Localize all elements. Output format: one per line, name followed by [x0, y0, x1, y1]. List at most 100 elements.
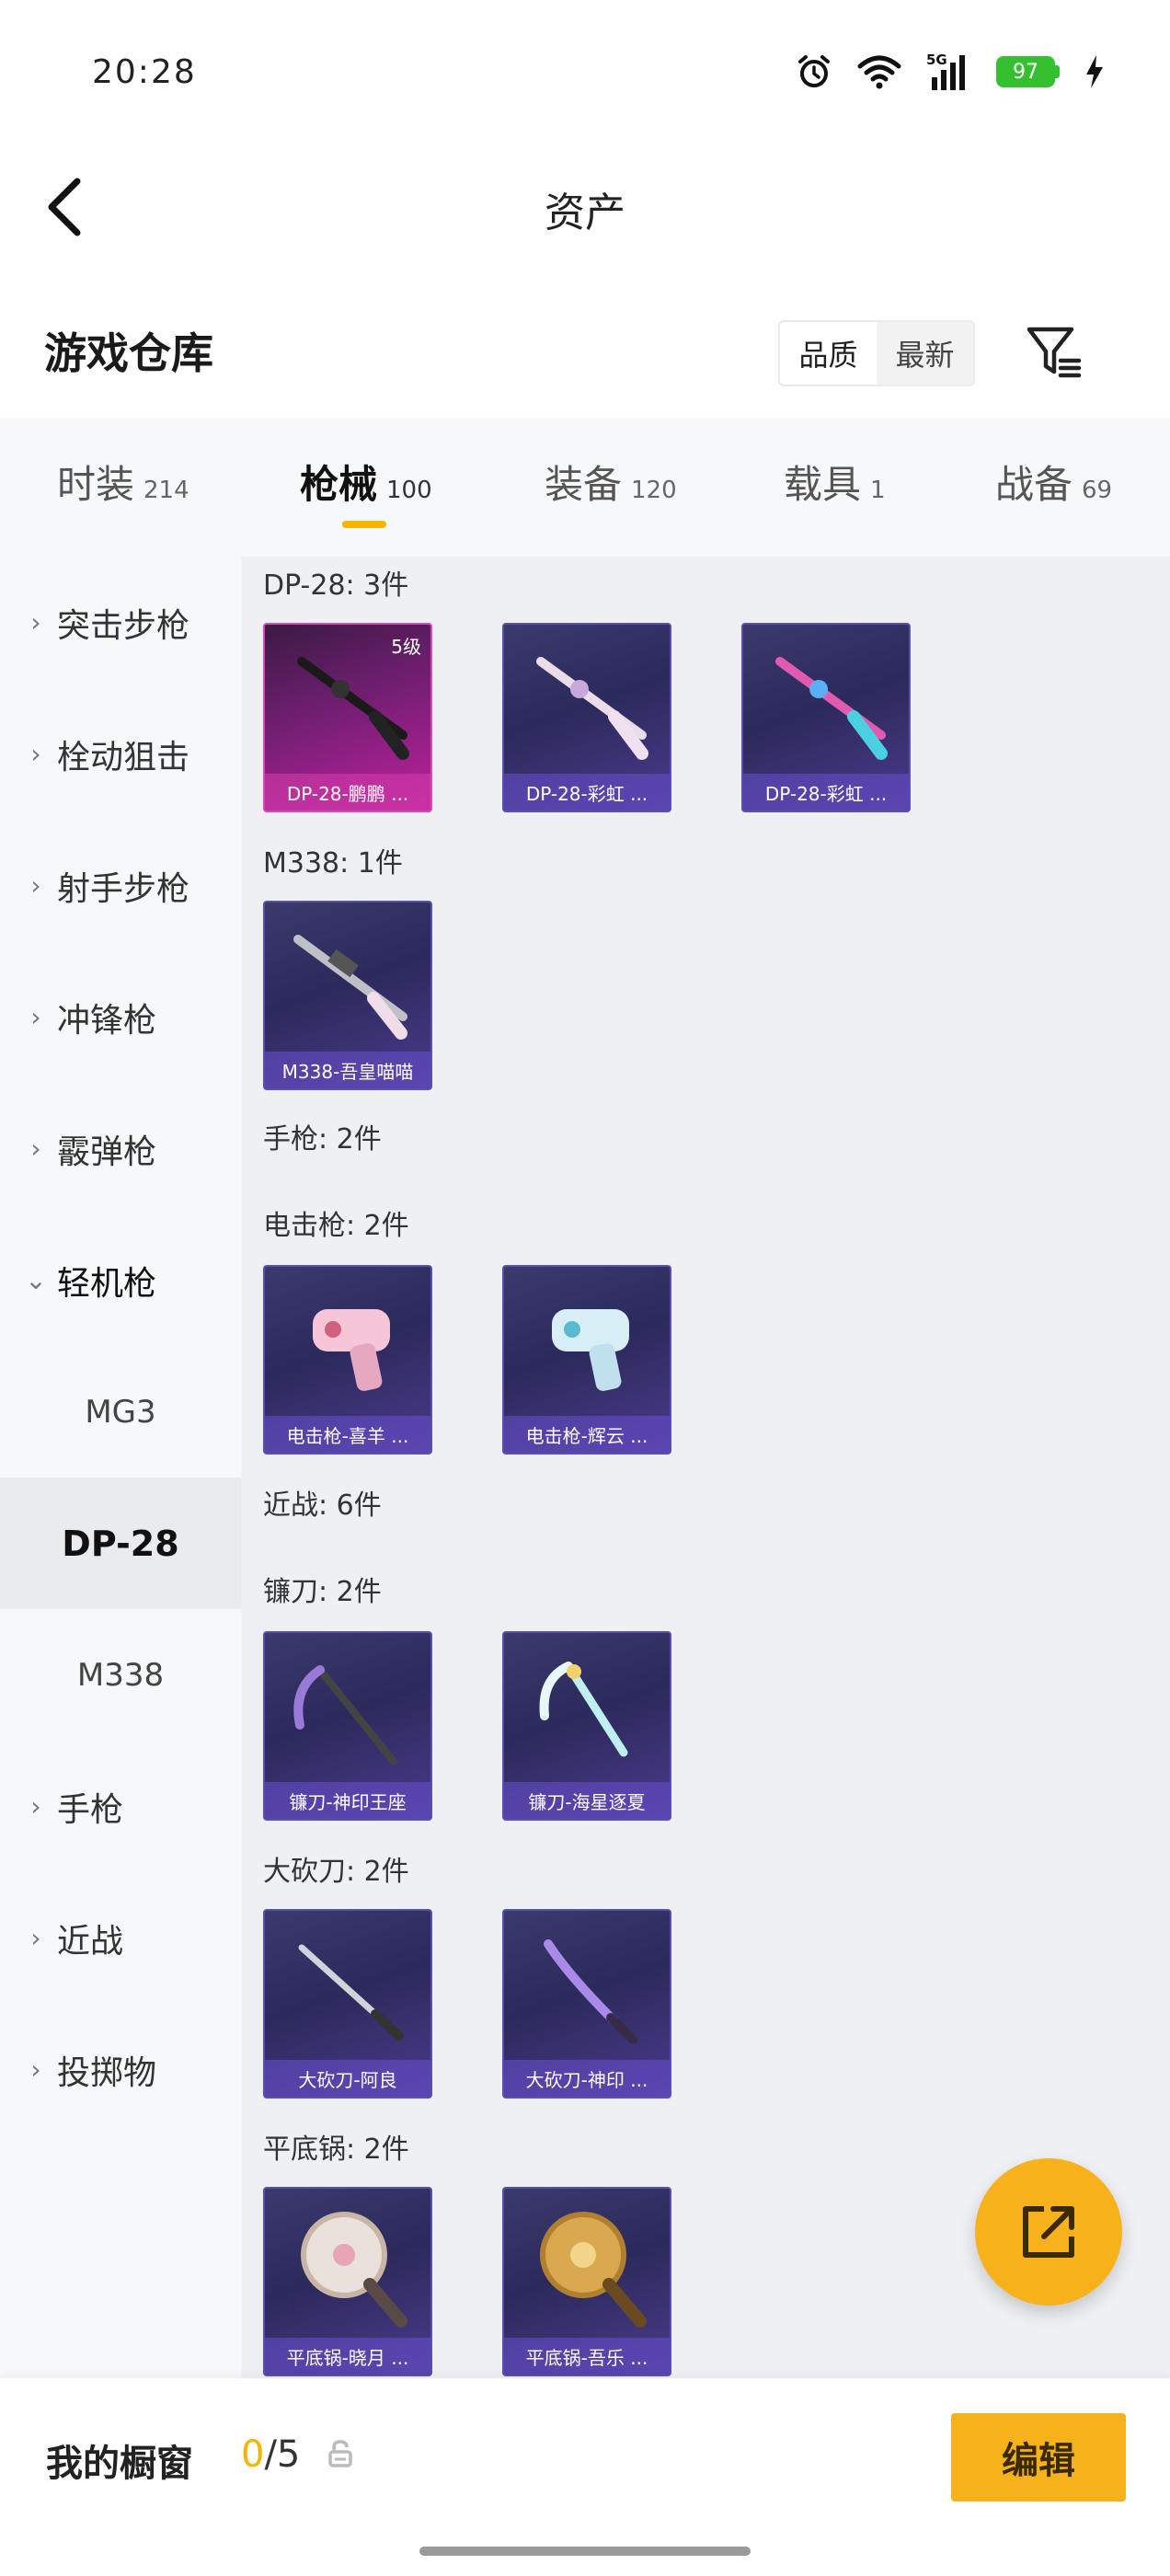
item-card[interactable]: 5级 DP-28-鹏鹏 ... [263, 623, 432, 812]
tab-equipment[interactable]: 装备 120 [545, 454, 677, 527]
network-label: 5G [926, 52, 947, 68]
sidebar-item-label: DP-28 [62, 1523, 179, 1564]
item-card[interactable]: DP-28-彩虹 ... [741, 623, 911, 812]
filter-button[interactable] [1023, 320, 1087, 386]
edit-button[interactable]: 编辑 [951, 2413, 1126, 2501]
chevron-right-icon: › [30, 607, 41, 638]
group-label: 平底锅: 2件 [263, 2133, 409, 2166]
item-card-label: 镰刀-神印王座 [265, 1782, 430, 1819]
showcase-total: /5 [264, 2433, 301, 2476]
item-card[interactable]: 大砍刀-阿良 [263, 1909, 432, 2099]
category-tabs: 时装 214 枪械 100 装备 120 载具 1 战备 69 [0, 419, 1170, 557]
item-card[interactable]: 电击枪-辉云 ... [502, 1265, 671, 1455]
item-card[interactable]: DP-28-彩虹 ... [502, 623, 671, 812]
sidebar-item-label: 手枪 [57, 1790, 124, 1829]
item-card-label: M338-吾皇喵喵 [265, 1052, 430, 1088]
group-label: M338: 1件 [263, 847, 403, 880]
item-card[interactable]: 平底锅-晓月 ... [263, 2187, 432, 2376]
tab-fashion[interactable]: 时装 214 [57, 454, 189, 527]
home-indicator[interactable] [419, 2547, 751, 2556]
group-label: 大砍刀: 2件 [263, 1856, 409, 1888]
sidebar-item-shotgun[interactable]: › 霰弹枪 [0, 1083, 241, 1214]
chevron-right-icon: › [30, 870, 41, 901]
item-card-label: 电击枪-喜羊 ... [265, 1416, 430, 1453]
chevron-right-icon: › [30, 2054, 41, 2085]
pistol-icon [313, 1309, 390, 1391]
chevron-right-icon: › [30, 1923, 41, 1953]
chevron-right-icon: › [30, 739, 41, 769]
sidebar-item-label: 栓动狙击 [57, 738, 190, 776]
item-card[interactable]: M338-吾皇喵喵 [263, 901, 432, 1090]
sidebar-item-assault-rifle[interactable]: › 突击步枪 [0, 557, 241, 688]
signal-icon: 5G [926, 52, 972, 92]
tab-firearms[interactable]: 枪械 100 [300, 454, 432, 527]
sidebar-item-smg[interactable]: › 冲锋枪 [0, 951, 241, 1083]
group-label: 近战: 6件 [263, 1489, 382, 1522]
status-time: 20:28 [92, 53, 197, 91]
item-card[interactable]: 镰刀-海星逐夏 [502, 1631, 671, 1821]
item-card-label: DP-28-彩虹 ... [504, 774, 670, 811]
item-card[interactable]: 大砍刀-神印 ... [502, 1909, 671, 2099]
sidebar-subitem-mg3[interactable]: MG3 [0, 1346, 241, 1478]
sort-quality-button[interactable]: 品质 [780, 322, 877, 385]
frying-pan-icon [301, 2212, 407, 2328]
tab-label: 战备 [995, 462, 1073, 507]
chevron-right-icon: › [30, 1002, 41, 1032]
item-grid: DP-28: 3件 5级 DP-28-鹏鹏 ... DP-28-彩虹 ... D… [241, 557, 1170, 2378]
item-card[interactable]: 电击枪-喜羊 ... [263, 1265, 432, 1455]
group-label: DP-28: 3件 [263, 569, 409, 602]
group-label: 手枪: 2件 [263, 1123, 382, 1156]
sidebar-subitem-m338[interactable]: M338 [0, 1609, 241, 1741]
tab-count: 214 [143, 477, 189, 504]
rifle-icon [775, 657, 888, 760]
tab-count: 69 [1082, 477, 1113, 504]
sidebar-item-label: 霰弹枪 [57, 1133, 157, 1171]
item-card[interactable]: 平底锅-吾乐 ... [502, 2187, 671, 2376]
sidebar-item-bolt-sniper[interactable]: › 栓动狙击 [0, 688, 241, 820]
chevron-right-icon: › [30, 1133, 41, 1164]
sidebar-item-label: 轻机枪 [57, 1264, 157, 1303]
lock-icon [327, 2439, 354, 2472]
top-nav: 资产 [0, 147, 1170, 267]
share-icon [1023, 2206, 1074, 2258]
sort-newest-button[interactable]: 最新 [877, 322, 973, 385]
active-tab-indicator [342, 521, 386, 528]
scythe-icon [293, 1665, 397, 1765]
sidebar-item-label: 射手步枪 [57, 869, 190, 908]
tab-supplies[interactable]: 战备 69 [995, 454, 1112, 527]
chevron-down-icon: ⌄ [25, 1265, 47, 1295]
tab-count: 100 [386, 477, 432, 504]
tab-vehicles[interactable]: 载具 1 [784, 454, 886, 527]
showcase-label: 我的橱窗 [46, 2443, 193, 2485]
sidebar-item-lmg[interactable]: ⌄ 轻机枪 [0, 1214, 241, 1346]
tab-label: 装备 [545, 462, 623, 507]
rifle-icon [536, 657, 648, 760]
page-title: 资产 [545, 190, 625, 236]
level-badge: 5级 [391, 636, 421, 658]
sidebar-item-label: 投掷物 [57, 2053, 157, 2092]
sidebar-subitem-dp28[interactable]: DP-28 [0, 1478, 241, 1609]
share-button[interactable] [975, 2158, 1122, 2306]
warehouse-header: 游戏仓库 品质 最新 [0, 304, 1170, 405]
item-card-label: DP-28-鹏鹏 ... [265, 774, 430, 811]
item-card-label: 镰刀-海星逐夏 [504, 1782, 670, 1819]
sidebar-item-pistol[interactable]: › 手枪 [0, 1741, 241, 1872]
sidebar-item-label: 冲锋枪 [57, 1001, 157, 1040]
item-card-label: 平底锅-晓月 ... [265, 2338, 430, 2375]
item-card-label: 大砍刀-神印 ... [504, 2060, 670, 2097]
sidebar-item-label: 突击步枪 [57, 606, 190, 645]
charging-icon [1084, 53, 1106, 90]
status-bar: 20:28 5G 97 [0, 0, 1170, 147]
group-label: 镰刀: 2件 [263, 1576, 382, 1608]
sidebar: › 突击步枪 › 栓动狙击 › 射手步枪 › 冲锋枪 › 霰弹枪 ⌄ 轻机枪 MG3 DP-… [0, 557, 241, 2397]
sidebar-item-label: M338 [76, 1656, 165, 1694]
alarm-icon [796, 53, 832, 90]
item-card-label: 平底锅-吾乐 ... [504, 2338, 670, 2375]
status-icons: 5G 97 [796, 52, 1106, 92]
item-card[interactable]: 镰刀-神印王座 [263, 1631, 432, 1821]
chevron-right-icon: › [30, 1791, 41, 1822]
sidebar-item-throwable[interactable]: › 投掷物 [0, 2004, 241, 2135]
sidebar-item-melee[interactable]: › 近战 [0, 1872, 241, 2004]
sidebar-item-label: MG3 [85, 1393, 156, 1431]
sidebar-item-marksman-rifle[interactable]: › 射手步枪 [0, 820, 241, 951]
